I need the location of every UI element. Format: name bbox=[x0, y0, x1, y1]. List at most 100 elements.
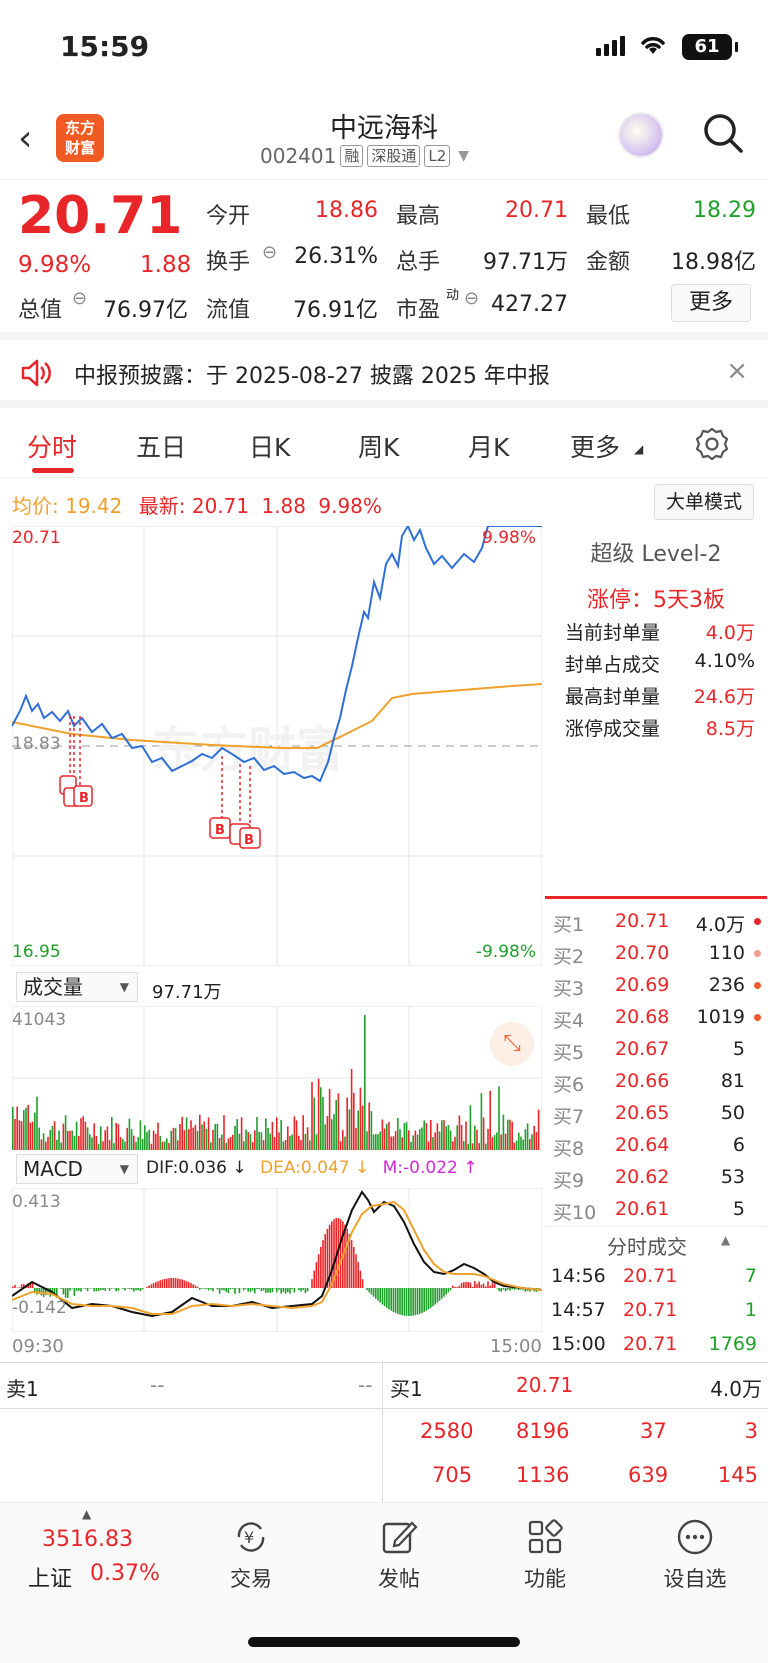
macd-bar bbox=[293, 1288, 296, 1293]
order-book-summary[interactable]: 卖1 -- -- 买1 20.71 4.0万 2580 8196 37 3 70… bbox=[0, 1362, 768, 1503]
macd-bar bbox=[207, 1288, 210, 1291]
volume-bar bbox=[491, 1137, 494, 1150]
search-icon[interactable] bbox=[702, 112, 744, 154]
intraday-chart[interactable]: 东方财富 B B B 20.71 9.98% 18.83 16.95 -9.98% bbox=[11, 523, 543, 967]
tab-monthly-k[interactable]: 月K bbox=[468, 428, 509, 464]
volume-bar bbox=[238, 1133, 241, 1150]
macd-bar bbox=[126, 1288, 128, 1289]
volume-indicator-select[interactable]: 成交量 ▼ bbox=[16, 972, 138, 1002]
queue-order: 1136 bbox=[516, 1463, 570, 1487]
volume-header: 成交量 ▼ 97.71万 bbox=[12, 970, 542, 1006]
volume-bar bbox=[304, 1134, 307, 1150]
index-value[interactable]: 3516.83 bbox=[42, 1527, 133, 1552]
macd-bar bbox=[34, 1288, 36, 1292]
sell1-volume: -- bbox=[358, 1373, 373, 1397]
volume-bar bbox=[284, 1140, 287, 1150]
volume-bar bbox=[254, 1130, 256, 1150]
expand-icon[interactable]: ⤡ bbox=[490, 1022, 534, 1066]
float-value: 76.91亿 bbox=[293, 298, 378, 323]
macd-bar bbox=[357, 1262, 359, 1288]
macd-bar bbox=[192, 1284, 194, 1288]
volume-bar bbox=[502, 1114, 505, 1150]
nav-functions[interactable]: 功能 bbox=[490, 1517, 600, 1593]
macd-bar bbox=[135, 1288, 137, 1291]
volume-bar bbox=[278, 1132, 280, 1150]
nav-trade-label: 交易 bbox=[230, 1567, 272, 1591]
tick-time: 15:00 bbox=[551, 1333, 606, 1355]
bid-dot bbox=[754, 918, 761, 925]
bid-label: 买5 bbox=[553, 1042, 585, 1064]
big-order-mode-button[interactable]: 大单模式 bbox=[654, 484, 754, 520]
stock-code-row[interactable]: 002401 融 深股通 L2 ▼ bbox=[260, 144, 469, 168]
volume-bar bbox=[337, 1093, 340, 1150]
volume-bar bbox=[355, 1127, 357, 1150]
volume-bar bbox=[89, 1134, 91, 1150]
volume-bar bbox=[144, 1125, 146, 1150]
tick-trades[interactable]: 分时成交 ▲ 14:56 20.71 7 14:57 20.71 1 15:00… bbox=[545, 1226, 767, 1362]
nav-trade[interactable]: ¥ 交易 bbox=[196, 1517, 306, 1593]
macd-bar bbox=[218, 1288, 221, 1294]
macd-bar bbox=[300, 1288, 302, 1292]
macd-bar bbox=[157, 1281, 159, 1288]
limit-up-streak: 涨停：5天3板 bbox=[587, 588, 725, 613]
more-button[interactable]: 更多 bbox=[671, 284, 751, 322]
info-icon[interactable]: ⊖ bbox=[72, 288, 87, 309]
macd-chart[interactable]: 0.413 -0.142 bbox=[11, 1187, 543, 1333]
volume-bar bbox=[432, 1137, 434, 1150]
chart-mid-price: 18.83 bbox=[12, 734, 61, 754]
volume-bar bbox=[498, 1086, 500, 1150]
macd-bar bbox=[159, 1280, 161, 1288]
volume-bar bbox=[188, 1129, 190, 1150]
nav-watchlist[interactable]: 设自选 bbox=[640, 1517, 750, 1593]
volume-bar bbox=[489, 1090, 491, 1150]
volume-bar bbox=[282, 1141, 285, 1150]
macd-bar bbox=[122, 1288, 124, 1289]
info-icon[interactable]: ⊖ bbox=[262, 242, 277, 263]
tab-daily-k[interactable]: 日K bbox=[249, 428, 290, 464]
volume-bar bbox=[493, 1135, 496, 1150]
volume-chart[interactable]: 41043 ⤡ bbox=[11, 1005, 543, 1151]
tab-intraday[interactable]: 分时 bbox=[27, 428, 77, 464]
volume-bar bbox=[181, 1116, 183, 1150]
volume-bar bbox=[267, 1127, 269, 1150]
volume-bar bbox=[513, 1142, 516, 1150]
chart-low-price: 16.95 bbox=[12, 942, 61, 962]
volume-bar bbox=[56, 1139, 58, 1150]
macd-bar bbox=[485, 1286, 487, 1288]
macd-bar bbox=[460, 1282, 463, 1288]
close-icon[interactable]: × bbox=[726, 356, 748, 386]
tab-more[interactable]: 更多 bbox=[570, 428, 620, 464]
notice-bar[interactable]: 中报预披露：于 2025-08-27 披露 2025 年中报 × bbox=[0, 340, 768, 408]
l2-value: 4.10% bbox=[694, 650, 755, 672]
volume-bar bbox=[240, 1117, 243, 1150]
info-icon[interactable]: ⊖ bbox=[464, 288, 479, 309]
bid-volume: 1019 bbox=[696, 1006, 745, 1028]
volume-bar bbox=[289, 1135, 291, 1150]
macd-bar bbox=[280, 1288, 282, 1294]
macd-bar bbox=[465, 1281, 467, 1288]
book-header-row bbox=[0, 1363, 768, 1409]
volume-bar bbox=[509, 1119, 511, 1150]
tab-weekly-k[interactable]: 周K bbox=[358, 428, 399, 464]
assistant-avatar-icon[interactable] bbox=[618, 112, 664, 158]
bid-list[interactable]: 买1 20.71 4.0万 买2 20.70 110 买3 20.69 236 … bbox=[545, 906, 767, 1226]
volume-bar bbox=[333, 1114, 335, 1150]
macd-bar bbox=[12, 1286, 14, 1288]
bid-label: 买2 bbox=[553, 946, 585, 968]
volume-bar bbox=[177, 1140, 179, 1150]
tab-5day[interactable]: 五日 bbox=[136, 428, 186, 464]
macd-bar bbox=[425, 1288, 428, 1311]
gear-icon[interactable] bbox=[694, 426, 730, 462]
index-name[interactable]: 上证 bbox=[28, 1561, 72, 1593]
volume-bar bbox=[529, 1139, 531, 1150]
index-pct[interactable]: 0.37% bbox=[90, 1561, 160, 1586]
macd-bar bbox=[256, 1288, 258, 1289]
pe-value: 427.27 bbox=[491, 292, 568, 317]
volume-bar bbox=[232, 1134, 234, 1150]
macd-indicator-select[interactable]: MACD ▼ bbox=[16, 1154, 138, 1184]
queue-order: 8196 bbox=[516, 1419, 570, 1443]
nav-post[interactable]: 发帖 bbox=[344, 1517, 454, 1593]
macd-bar bbox=[20, 1284, 23, 1288]
sell1-label: 卖1 bbox=[6, 1377, 39, 1401]
macd-bar bbox=[390, 1288, 392, 1311]
